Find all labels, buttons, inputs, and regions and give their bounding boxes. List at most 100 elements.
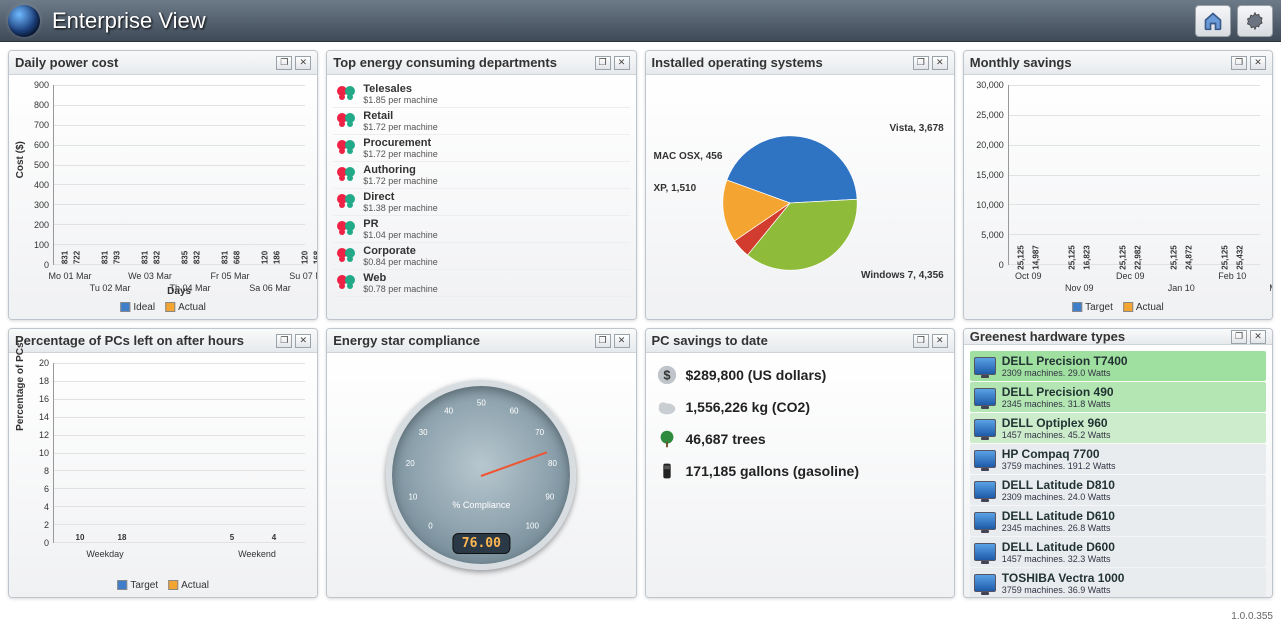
savings-row: $ $289,800 (US dollars) <box>652 359 948 391</box>
dept-cost: $1.04 per machine <box>363 230 438 240</box>
hardware-sub: 2309 machines. 29.0 Watts <box>1002 368 1128 378</box>
panel-title: Greenest hardware types <box>970 329 1228 344</box>
app-title: Enterprise View <box>52 8 206 34</box>
gauge-value: 76.00 <box>453 533 510 554</box>
close-button[interactable]: ✕ <box>1250 56 1266 70</box>
savings-text: $289,800 (US dollars) <box>686 367 827 383</box>
close-button[interactable]: ✕ <box>295 334 311 348</box>
people-icon <box>335 111 359 131</box>
dept-name: Retail <box>363 110 438 122</box>
dept-row[interactable]: Direct$1.38 per machine <box>333 189 629 216</box>
hardware-name: DELL Precision T7400 <box>1002 354 1128 368</box>
hardware-name: DELL Latitude D610 <box>1002 509 1115 523</box>
people-icon <box>335 192 359 212</box>
pie-label-xp: XP, 1,510 <box>654 183 697 194</box>
pct-left-on-chart: Percentage of PCs 02468101214161820 1018… <box>15 359 311 591</box>
maximize-button[interactable]: ❐ <box>276 56 292 70</box>
dept-row[interactable]: PR$1.04 per machine <box>333 216 629 243</box>
legend-actual: Actual <box>178 302 206 313</box>
dept-cost: $1.72 per machine <box>363 122 438 132</box>
logo-globe-icon <box>8 5 40 37</box>
hardware-sub: 1457 machines. 45.2 Watts <box>1002 430 1111 440</box>
dept-row[interactable]: Authoring$1.72 per machine <box>333 162 629 189</box>
dept-cost: $1.72 per machine <box>363 176 438 186</box>
hardware-sub: 3759 machines. 191.2 Watts <box>1002 461 1116 471</box>
dept-row[interactable]: Telesales$1.85 per machine <box>333 81 629 108</box>
savings-row: 171,185 gallons (gasoline) <box>652 455 948 487</box>
panel-title: Top energy consuming departments <box>333 55 591 70</box>
monitor-icon <box>974 419 996 437</box>
maximize-button[interactable]: ❐ <box>913 334 929 348</box>
gear-icon <box>1245 11 1265 31</box>
panel-estar: Energy star compliance ❐ ✕ % Compliance … <box>326 328 636 598</box>
panel-monthly: Monthly savings ❐ ✕ 05,00010,00015,00020… <box>963 50 1273 320</box>
people-icon <box>335 165 359 185</box>
panel-title: Installed operating systems <box>652 55 910 70</box>
legend-actual: Actual <box>1136 302 1164 313</box>
maximize-button[interactable]: ❐ <box>1231 330 1247 344</box>
home-icon <box>1203 11 1223 31</box>
maximize-button[interactable]: ❐ <box>276 334 292 348</box>
monthly-savings-chart: 05,00010,00015,00020,00025,00030,000 25,… <box>970 81 1266 313</box>
close-button[interactable]: ✕ <box>1250 330 1266 344</box>
close-button[interactable]: ✕ <box>932 56 948 70</box>
savings-text: 171,185 gallons (gasoline) <box>686 463 860 479</box>
dept-cost: $0.84 per machine <box>363 257 438 267</box>
maximize-button[interactable]: ❐ <box>595 334 611 348</box>
monitor-icon <box>974 512 996 530</box>
cloud-icon <box>656 396 678 418</box>
hardware-list: DELL Precision T74002309 machines. 29.0 … <box>964 345 1272 598</box>
pie-label-vista: Vista, 3,678 <box>889 123 943 134</box>
maximize-button[interactable]: ❐ <box>1231 56 1247 70</box>
monitor-icon <box>974 388 996 406</box>
panel-os: Installed operating systems ❐ ✕ Vista, 3… <box>645 50 955 320</box>
savings-text: 1,556,226 kg (CO2) <box>686 399 811 415</box>
hardware-row[interactable]: DELL Latitude D8102309 machines. 24.0 Wa… <box>970 475 1266 505</box>
dept-row[interactable]: Retail$1.72 per machine <box>333 108 629 135</box>
dollar-icon: $ <box>656 364 678 386</box>
dept-name: Corporate <box>363 245 438 257</box>
hardware-row[interactable]: DELL Precision T74002309 machines. 29.0 … <box>970 351 1266 381</box>
hardware-name: DELL Precision 490 <box>1002 385 1114 399</box>
chart-legend: Target Actual <box>1072 302 1164 313</box>
legend-target: Target <box>1085 302 1113 313</box>
chart-legend: Target Actual <box>117 580 209 591</box>
panel-top-depts: Top energy consuming departments ❐ ✕ Tel… <box>326 50 636 320</box>
hardware-sub: 2345 machines. 26.8 Watts <box>1002 523 1115 533</box>
hardware-row[interactable]: DELL Latitude D6102345 machines. 26.8 Wa… <box>970 506 1266 536</box>
hardware-sub: 3759 machines. 36.9 Watts <box>1002 585 1125 595</box>
close-button[interactable]: ✕ <box>932 334 948 348</box>
maximize-button[interactable]: ❐ <box>913 56 929 70</box>
hardware-row[interactable]: DELL Precision 4902345 machines. 31.8 Wa… <box>970 382 1266 412</box>
hardware-name: DELL Latitude D810 <box>1002 478 1115 492</box>
hardware-row[interactable]: DELL Latitude D6001457 machines. 32.3 Wa… <box>970 537 1266 567</box>
dept-cost: $1.38 per machine <box>363 203 438 213</box>
close-button[interactable]: ✕ <box>295 56 311 70</box>
home-button[interactable] <box>1195 5 1231 37</box>
panel-title: Energy star compliance <box>333 333 591 348</box>
people-icon <box>335 273 359 293</box>
monitor-icon <box>974 450 996 468</box>
people-icon <box>335 246 359 266</box>
hardware-sub: 1457 machines. 32.3 Watts <box>1002 554 1115 564</box>
os-pie-chart: Vista, 3,678 MAC OSX, 456 XP, 1,510 Wind… <box>652 81 948 313</box>
maximize-button[interactable]: ❐ <box>595 56 611 70</box>
dept-cost: $1.72 per machine <box>363 149 438 159</box>
close-button[interactable]: ✕ <box>614 334 630 348</box>
people-icon <box>335 138 359 158</box>
hardware-name: DELL Latitude D600 <box>1002 540 1115 554</box>
dept-name: Direct <box>363 191 438 203</box>
savings-text: 46,687 trees <box>686 431 766 447</box>
hardware-row[interactable]: TOSHIBA Vectra 10003759 machines. 36.9 W… <box>970 568 1266 598</box>
settings-button[interactable] <box>1237 5 1273 37</box>
hardware-row[interactable]: DELL Optiplex 9601457 machines. 45.2 Wat… <box>970 413 1266 443</box>
dept-row[interactable]: Corporate$0.84 per machine <box>333 243 629 270</box>
dept-row[interactable]: Web$0.78 per machine <box>333 270 629 297</box>
dept-row[interactable]: Procurement$1.72 per machine <box>333 135 629 162</box>
hardware-row[interactable]: HP Compaq 77003759 machines. 191.2 Watts <box>970 444 1266 474</box>
compliance-gauge: % Compliance 76.00 010203040506070809010… <box>333 359 629 591</box>
savings-list: $ $289,800 (US dollars) 1,556,226 kg (CO2)… <box>646 353 954 597</box>
close-button[interactable]: ✕ <box>614 56 630 70</box>
hardware-name: TOSHIBA Vectra 1000 <box>1002 571 1125 585</box>
monitor-icon <box>974 543 996 561</box>
